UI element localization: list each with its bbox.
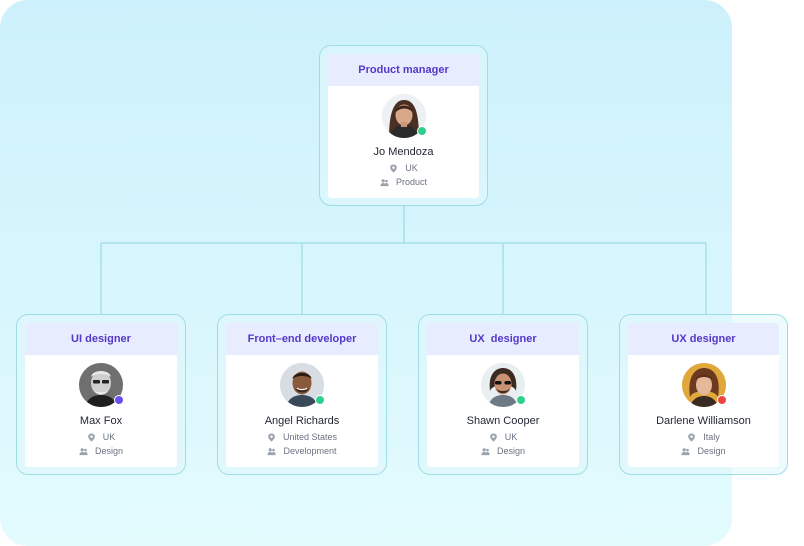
card-body: UI designer Max Fox UK Design bbox=[25, 323, 177, 467]
card-body: UX designer Shawn Cooper UK Design bbox=[427, 323, 579, 467]
avatar[interactable] bbox=[280, 363, 325, 407]
person-name: Darlene Williamson bbox=[656, 415, 751, 427]
team-row: Product bbox=[328, 177, 479, 187]
org-card-root[interactable]: Product manager Jo Mendoza UK Product bbox=[319, 45, 488, 206]
card-body: Front–end developer Angel Richards Unite… bbox=[226, 323, 378, 467]
team-row: Design bbox=[427, 446, 579, 456]
team-text: Development bbox=[283, 446, 337, 456]
location-text: UK bbox=[102, 432, 116, 442]
location-row: United States bbox=[226, 432, 378, 442]
location-row: UK bbox=[25, 432, 177, 442]
role-title: Product manager bbox=[328, 54, 479, 86]
location-pin-icon bbox=[687, 432, 696, 442]
location-text: Italy bbox=[703, 432, 720, 442]
people-icon bbox=[481, 447, 490, 456]
location-pin-icon bbox=[389, 163, 398, 173]
person-name: Max Fox bbox=[79, 415, 123, 427]
team-row: Design bbox=[628, 446, 779, 456]
status-indicator bbox=[716, 395, 727, 405]
location-pin-icon bbox=[489, 432, 498, 442]
org-card-report-1[interactable]: UI designer Max Fox UK Design bbox=[16, 314, 186, 475]
org-card-report-4[interactable]: UX designer Darlene Williamson Italy Des… bbox=[619, 314, 788, 475]
status-indicator bbox=[516, 395, 526, 405]
location-row: Italy bbox=[628, 432, 779, 442]
location-pin-icon bbox=[267, 432, 276, 442]
org-card-report-3[interactable]: UX designer Shawn Cooper UK Design bbox=[418, 314, 588, 475]
role-title: UI designer bbox=[25, 323, 177, 355]
people-icon bbox=[681, 447, 691, 456]
people-icon bbox=[79, 447, 88, 456]
avatar[interactable] bbox=[681, 363, 727, 407]
person-name: Angel Richards bbox=[264, 415, 340, 427]
team-text: Product bbox=[395, 177, 428, 187]
org-card-report-2[interactable]: Front–end developer Angel Richards Unite… bbox=[217, 314, 387, 475]
avatar[interactable] bbox=[481, 363, 526, 407]
location-pin-icon bbox=[87, 432, 96, 442]
role-title: Front–end developer bbox=[226, 323, 378, 355]
team-row: Design bbox=[25, 446, 177, 456]
card-body: UX designer Darlene Williamson Italy Des… bbox=[628, 323, 779, 467]
team-row: Development bbox=[226, 446, 378, 456]
card-body: Product manager Jo Mendoza UK Product bbox=[328, 54, 479, 198]
status-indicator bbox=[315, 395, 325, 405]
status-indicator bbox=[114, 395, 124, 405]
person-name: Jo Mendoza bbox=[373, 146, 434, 158]
location-text: UK bbox=[405, 163, 418, 173]
team-text: Design bbox=[94, 446, 123, 456]
people-icon bbox=[267, 447, 277, 456]
avatar[interactable] bbox=[79, 363, 124, 407]
location-row: UK bbox=[328, 163, 479, 173]
team-text: Design bbox=[697, 446, 726, 456]
status-indicator bbox=[416, 126, 427, 136]
avatar[interactable] bbox=[381, 94, 427, 138]
role-title: UX designer bbox=[427, 323, 579, 355]
people-icon bbox=[380, 178, 389, 187]
team-text: Design bbox=[496, 446, 525, 456]
location-text: United States bbox=[282, 432, 338, 442]
person-name: Shawn Cooper bbox=[466, 415, 540, 427]
location-text: UK bbox=[504, 432, 518, 442]
role-title: UX designer bbox=[628, 323, 779, 355]
location-row: UK bbox=[427, 432, 579, 442]
